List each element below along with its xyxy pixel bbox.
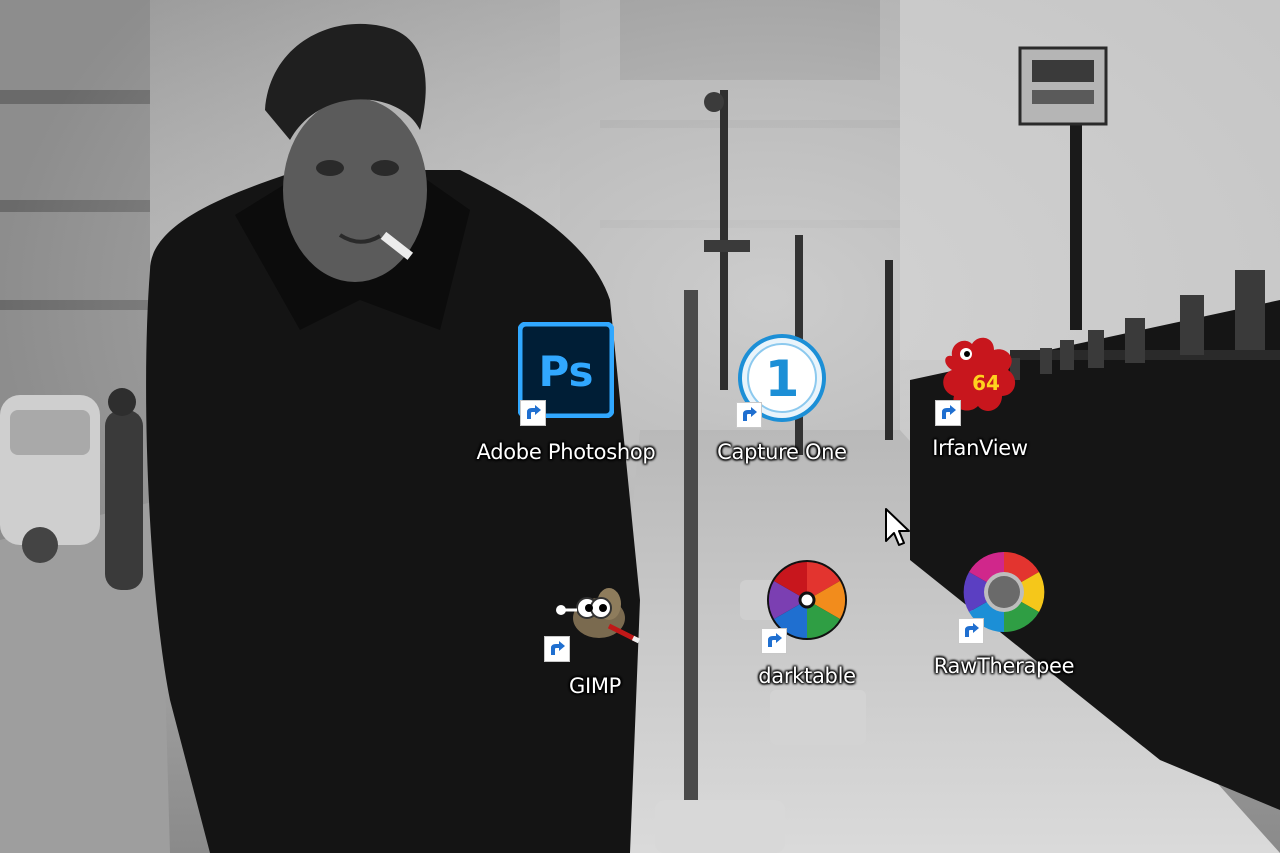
- shortcut-arrow-icon: [935, 400, 961, 426]
- desktop-icon-irfanview[interactable]: 64 IrfanView: [880, 326, 1080, 476]
- desktop-icon-label: GIMP: [568, 674, 622, 698]
- desktop-icon-label: Adobe Photoshop: [476, 440, 656, 464]
- desktop-icon-label: Capture One: [717, 440, 847, 464]
- desktop-icon-label: RawTherapee: [933, 654, 1075, 678]
- desktop-icon-photoshop[interactable]: Ps Adobe Photoshop: [466, 322, 666, 472]
- desktop-icon-darktable[interactable]: darktable: [707, 552, 907, 702]
- irfanview-glyph-text: 64: [972, 371, 1000, 395]
- capture-one-glyph-text: 1: [765, 350, 800, 408]
- desktop-icon-gimp[interactable]: GIMP: [495, 566, 695, 716]
- desktop-icon-capture-one[interactable]: 1 Capture One: [682, 330, 882, 480]
- desktop-icon-label: darktable: [758, 664, 856, 688]
- shortcut-arrow-icon: [736, 402, 762, 428]
- shortcut-arrow-icon: [958, 618, 984, 644]
- desktop[interactable]: Ps Adobe Photoshop 1 Capture One 64 Irfa…: [0, 0, 1280, 853]
- desktop-icon-rawtherapee[interactable]: RawTherapee: [904, 544, 1104, 694]
- shortcut-arrow-icon: [761, 628, 787, 654]
- photoshop-glyph-text: Ps: [538, 347, 593, 396]
- mouse-pointer-icon: [884, 507, 910, 549]
- shortcut-arrow-icon: [544, 636, 570, 662]
- desktop-icon-label: IrfanView: [932, 436, 1028, 460]
- shortcut-arrow-icon: [520, 400, 546, 426]
